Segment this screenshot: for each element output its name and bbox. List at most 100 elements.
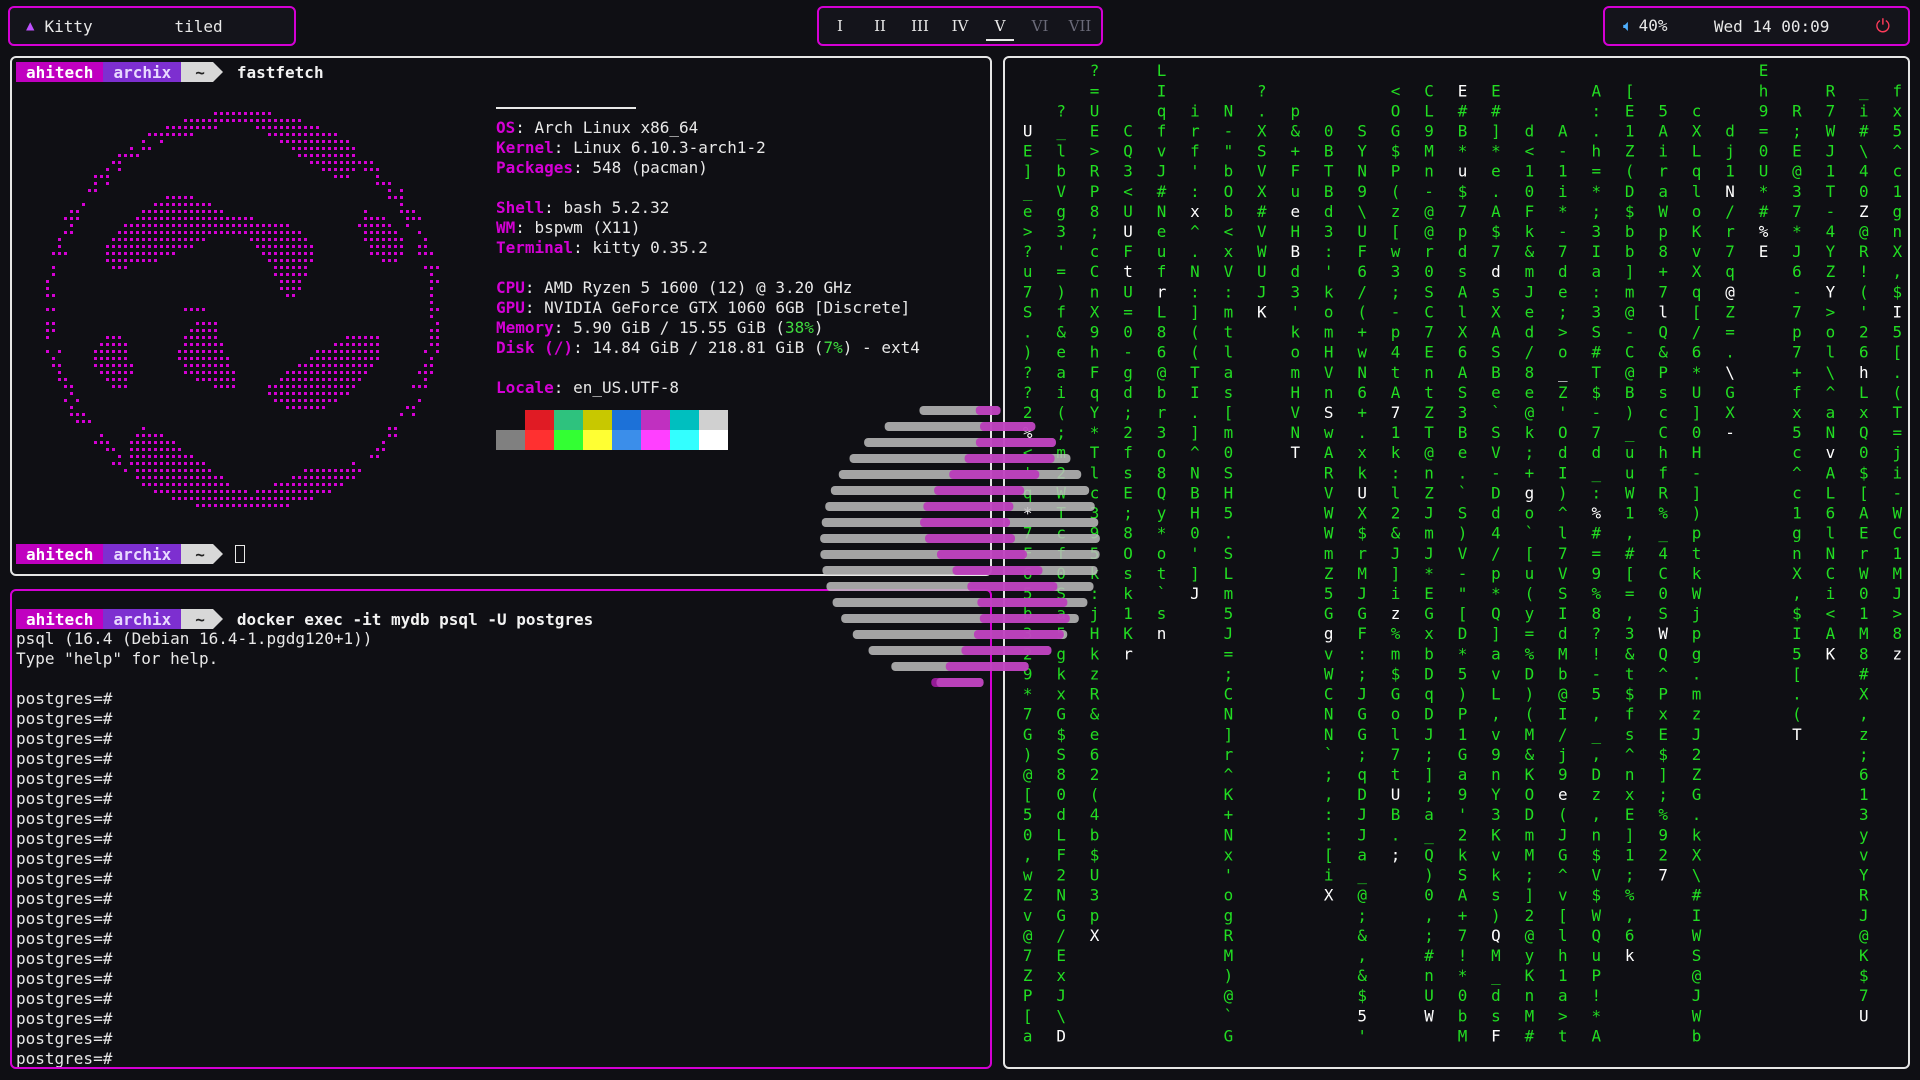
logo-dot — [214, 490, 217, 493]
logo-dot — [166, 238, 169, 241]
matrix-glyph: N — [1826, 423, 1836, 442]
logo-dot — [370, 217, 373, 220]
matrix-glyph: : — [1324, 825, 1334, 844]
matrix-glyph: X — [1692, 121, 1702, 140]
matrix-glyph: 7 — [1558, 544, 1568, 563]
matrix-glyph: j — [1892, 443, 1902, 462]
layout-indicator[interactable]: tiled — [174, 17, 222, 36]
logo-dot — [292, 371, 295, 374]
terminal-pane-cmatrix[interactable]: UE]_e>?u7S.)??2%<'q*7F65b329*7G)@[50,wZv… — [1003, 56, 1910, 1069]
matrix-glyph: n — [1591, 825, 1601, 844]
logo-dot — [250, 231, 253, 234]
matrix-glyph: h — [1658, 443, 1668, 462]
volume-indicator[interactable]: 🔈︎ 40% — [1623, 16, 1668, 36]
matrix-glyph: G — [1357, 604, 1367, 623]
logo-dot — [310, 483, 313, 486]
matrix-glyph: . — [1692, 805, 1702, 824]
logo-dot — [208, 490, 211, 493]
logo-dot — [322, 350, 325, 353]
psql-prompt-line: postgres=# — [16, 689, 113, 708]
logo-dot — [130, 455, 133, 458]
matrix-glyph: D — [1357, 785, 1367, 804]
palette-swatch — [554, 430, 583, 450]
logo-dot — [64, 231, 67, 234]
globe-band-accent — [931, 678, 984, 687]
logo-dot — [220, 385, 223, 388]
matrix-glyph: $ — [1792, 604, 1802, 623]
psql-prompt-line: postgres=# — [16, 829, 113, 848]
matrix-glyph: n — [1424, 966, 1434, 985]
matrix-glyph: a — [1658, 182, 1668, 201]
workspace-2[interactable]: II — [860, 8, 900, 44]
logo-dot — [316, 133, 319, 136]
logo-dot — [334, 175, 337, 178]
matrix-glyph: Y — [1859, 866, 1869, 885]
matrix-glyph: 9 — [1357, 182, 1367, 201]
matrix-glyph: % — [1391, 624, 1401, 643]
matrix-glyph: 6 — [1357, 262, 1367, 281]
matrix-glyph: * — [1591, 182, 1601, 201]
matrix-glyph: b — [1056, 162, 1066, 181]
matrix-glyph: 7 — [1826, 101, 1836, 120]
matrix-glyph: m — [1525, 825, 1535, 844]
logo-dot — [328, 378, 331, 381]
logo-dot — [304, 364, 307, 367]
logo-dot — [358, 224, 361, 227]
matrix-glyph: 5 — [1792, 644, 1802, 663]
matrix-glyph: S — [1224, 463, 1234, 482]
matrix-glyph: M — [1424, 142, 1434, 161]
workspace-4[interactable]: IV — [940, 8, 980, 44]
workspace-1[interactable]: I — [820, 8, 860, 44]
matrix-glyph: U — [1123, 282, 1133, 301]
matrix-glyph: P — [1090, 182, 1100, 201]
matrix-glyph: T — [1892, 403, 1902, 422]
logo-dot — [136, 462, 139, 465]
logo-dot — [418, 371, 421, 374]
logo-dot — [274, 504, 277, 507]
workspace-7[interactable]: VII — [1060, 8, 1100, 44]
logo-dot — [82, 420, 85, 423]
logo-dot — [352, 350, 355, 353]
workspace-6[interactable]: VI — [1020, 8, 1060, 44]
matrix-glyph: ; — [1424, 745, 1434, 764]
matrix-glyph: ] — [1692, 403, 1702, 422]
matrix-glyph: s — [1491, 1006, 1501, 1025]
logo-dot — [340, 392, 343, 395]
workspace-5[interactable]: V — [980, 8, 1020, 44]
matrix-glyph: 5 — [1023, 805, 1033, 824]
logo-dot — [88, 420, 91, 423]
psql-prompt-line: postgres=# — [16, 769, 113, 788]
matrix-glyph: H — [1224, 483, 1234, 502]
matrix-glyph: H — [1324, 343, 1334, 362]
logo-dot — [100, 350, 103, 353]
power-icon[interactable]: ⏻ — [1876, 16, 1890, 37]
logo-dot — [118, 252, 121, 255]
logo-dot — [208, 378, 211, 381]
matrix-glyph: > — [1023, 222, 1033, 241]
logo-dot — [124, 266, 127, 269]
logo-dot — [388, 182, 391, 185]
psql-prompt-line: postgres=# — [16, 949, 113, 968]
logo-dot — [286, 126, 289, 129]
logo-dot — [196, 217, 199, 220]
palette-swatch — [496, 430, 525, 450]
matrix-glyph: Q — [1658, 644, 1668, 663]
logo-dot — [262, 112, 265, 115]
matrix-glyph: 2 — [1123, 423, 1133, 442]
logo-dot — [340, 343, 343, 346]
logo-dot — [316, 371, 319, 374]
matrix-glyph: d — [1525, 121, 1535, 140]
matrix-glyph: h — [1759, 81, 1769, 100]
logo-dot — [208, 126, 211, 129]
matrix-glyph: 5 — [1324, 584, 1334, 603]
logo-dot — [172, 126, 175, 129]
matrix-glyph: u — [1157, 242, 1167, 261]
logo-dot — [340, 469, 343, 472]
matrix-glyph: # — [1759, 202, 1769, 221]
matrix-glyph: ^ — [1625, 745, 1635, 764]
logo-dot — [310, 392, 313, 395]
matrix-glyph: \ — [1859, 142, 1869, 161]
workspace-3[interactable]: III — [900, 8, 940, 44]
logo-dot — [214, 329, 217, 332]
logo-dot — [172, 196, 175, 199]
